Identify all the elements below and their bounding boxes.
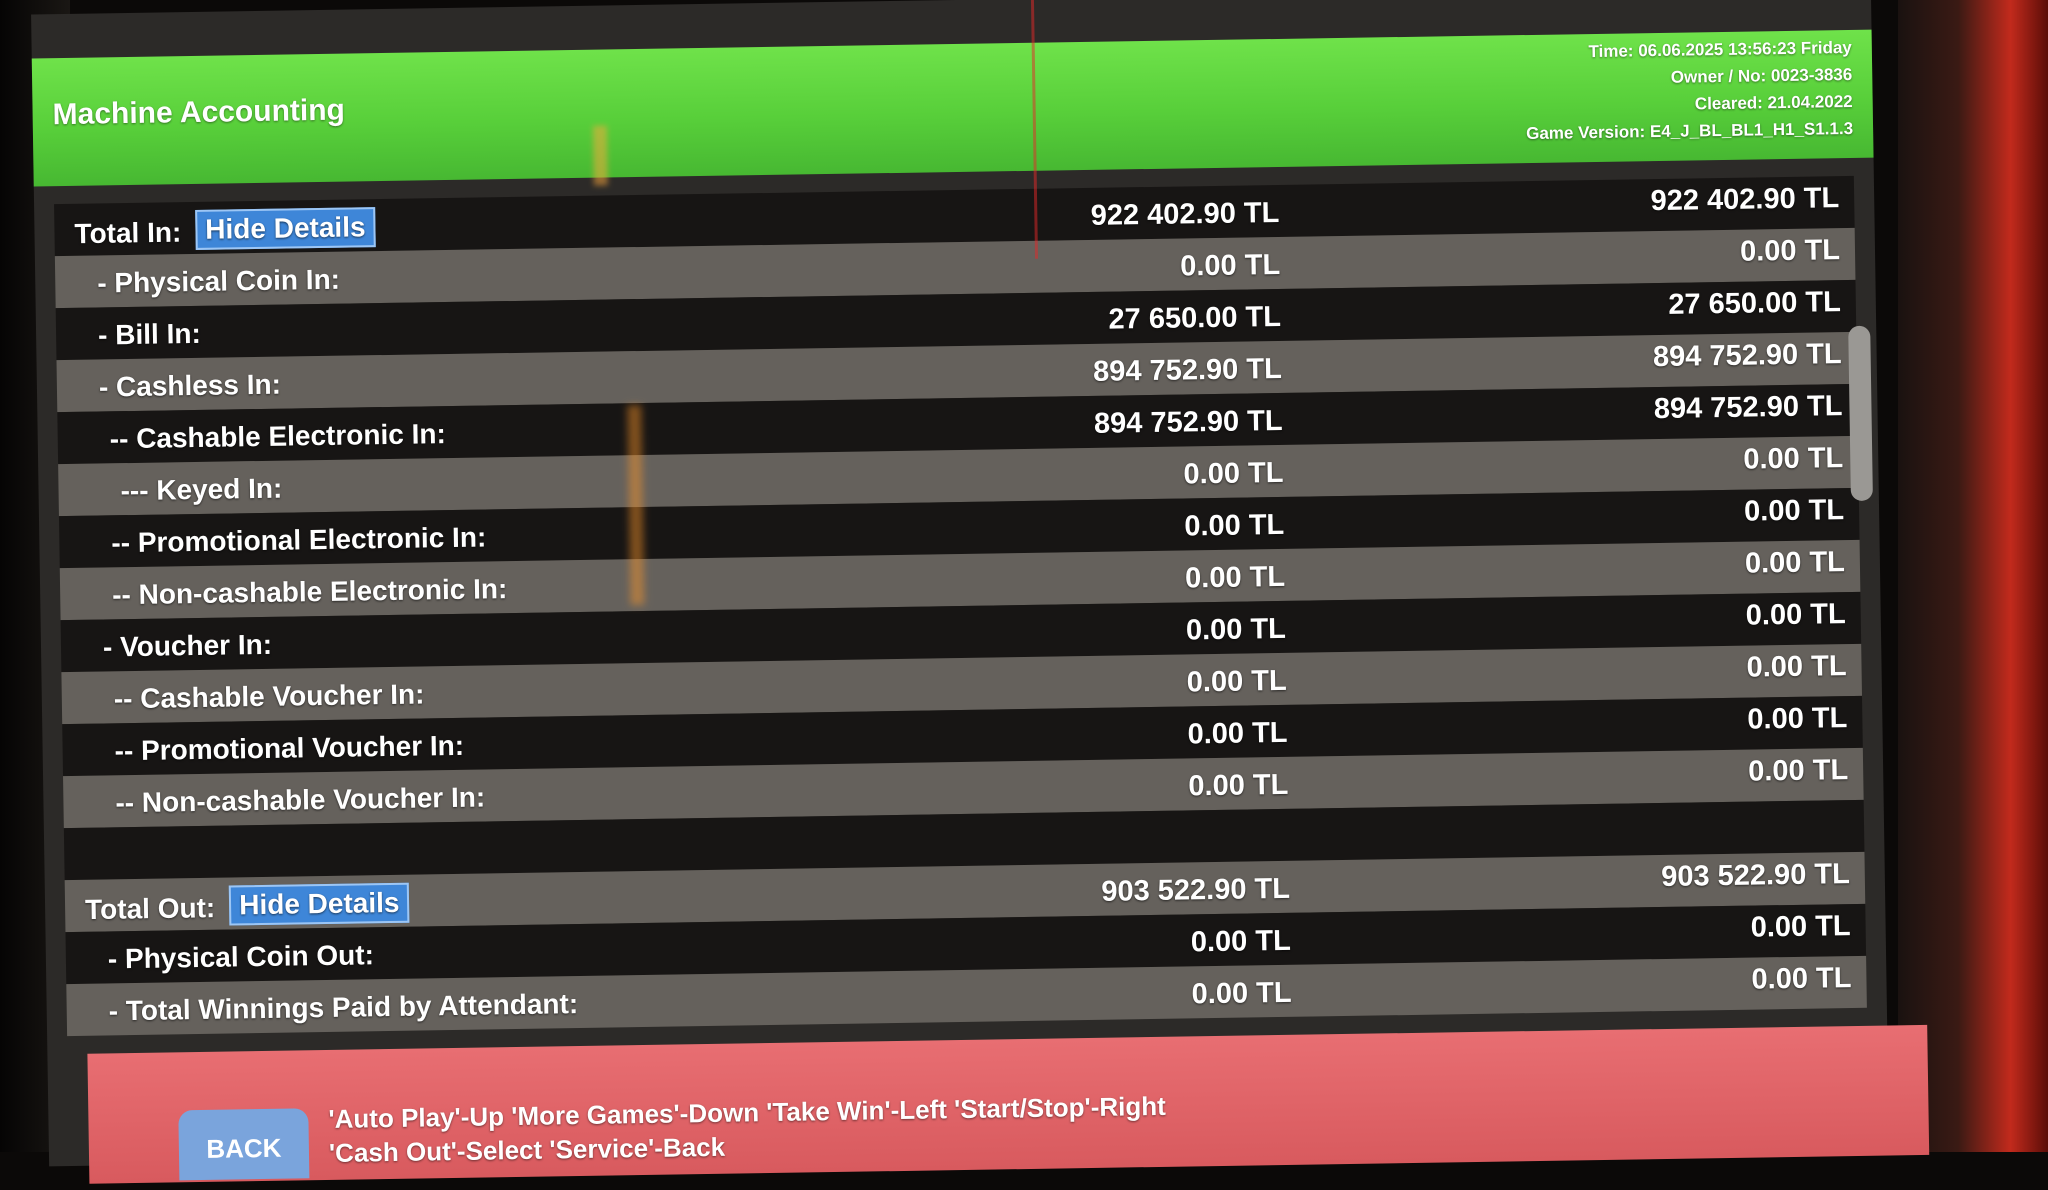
row-label: - Cashless In: [98,368,282,403]
game-version-readout: Game Version: E4_J_BL_BL1_H1_S1.1.3 [1526,118,1854,144]
scrollbar-thumb[interactable] [1848,325,1873,501]
value-period: 0.00 TL [1185,612,1287,647]
value-total: 0.00 TL [1745,598,1846,632]
value-period: 894 752.90 TL [1093,404,1283,440]
row-label: - Total Winnings Paid by Attendant: [108,988,579,1027]
value-period: 0.00 TL [1188,768,1289,803]
value-period: 0.00 TL [1183,456,1284,491]
value-total: 0.00 TL [1744,546,1846,580]
row-label: - Voucher In: [102,628,273,663]
value-total: 0.00 TL [1747,754,1849,788]
machine-info: Time: 06.06.2025 13:56:23 Friday Owner /… [1525,34,1854,147]
accounting-screen: Machine Accounting Time: 06.06.2025 13:5… [31,0,1930,1184]
accounting-table: Total In: Hide Details 922 402.90 TL 922 … [54,175,1867,1037]
header-bar: Machine Accounting Time: 06.06.2025 13:5… [31,29,1874,187]
value-total: 903 522.90 TL [1660,858,1851,894]
value-period: 903 522.90 TL [1101,872,1291,908]
back-button[interactable]: BACK [178,1108,310,1181]
row-label: - Bill In: [97,317,201,351]
footer-bar: BACK 'Auto Play'-Up 'More Games'-Down 'T… [87,1024,1930,1184]
row-label: -- Promotional Voucher In: [114,729,465,767]
row-label: - Physical Coin Out: [107,939,375,975]
value-total: 922 402.90 TL [1650,182,1840,218]
bezel-right [1898,0,2048,1152]
value-total: 0.00 TL [1743,494,1845,528]
value-total: 0.00 TL [1747,702,1848,736]
value-total: 894 752.90 TL [1653,390,1843,426]
row-label: --- Keyed In: [120,472,283,507]
value-period: 0.00 TL [1186,664,1287,699]
value-total: 0.00 TL [1750,910,1851,944]
value-total: 894 752.90 TL [1652,338,1842,374]
value-total: 0.00 TL [1746,650,1847,684]
value-total: 0.00 TL [1751,962,1852,996]
value-period: 0.00 TL [1179,248,1281,283]
row-label: -- Non-cashable Electronic In: [111,573,508,611]
value-period: 894 752.90 TL [1092,352,1283,388]
value-period: 0.00 TL [1191,976,1292,1011]
key-hints: 'Auto Play'-Up 'More Games'-Down 'Take W… [328,1089,1166,1170]
value-total: 0.00 TL [1739,234,1841,268]
hide-details-button[interactable]: Hide Details [228,882,410,926]
row-label: -- Promotional Electronic In: [111,521,487,559]
value-period: 0.00 TL [1184,508,1285,543]
value-period: 922 402.90 TL [1090,196,1280,232]
row-label: - Physical Coin In: [97,263,341,299]
value-period: 0.00 TL [1190,924,1292,959]
value-period: 0.00 TL [1187,716,1288,751]
value-total: 0.00 TL [1743,442,1844,476]
hide-details-button[interactable]: Hide Details [194,207,376,250]
row-label: -- Non-cashable Voucher In: [115,781,486,819]
row-label: Total In: Hide Details [74,207,376,256]
row-label: -- Cashable Electronic In: [109,418,447,455]
value-total: 27 650.00 TL [1668,286,1842,321]
row-label: Total Out: Hide Details [85,882,410,932]
row-label: -- Cashable Voucher In: [113,678,425,715]
page-title: Machine Accounting [52,93,346,132]
screen-glare [592,125,608,186]
value-period: 0.00 TL [1184,560,1286,595]
value-period: 27 650.00 TL [1108,300,1282,336]
